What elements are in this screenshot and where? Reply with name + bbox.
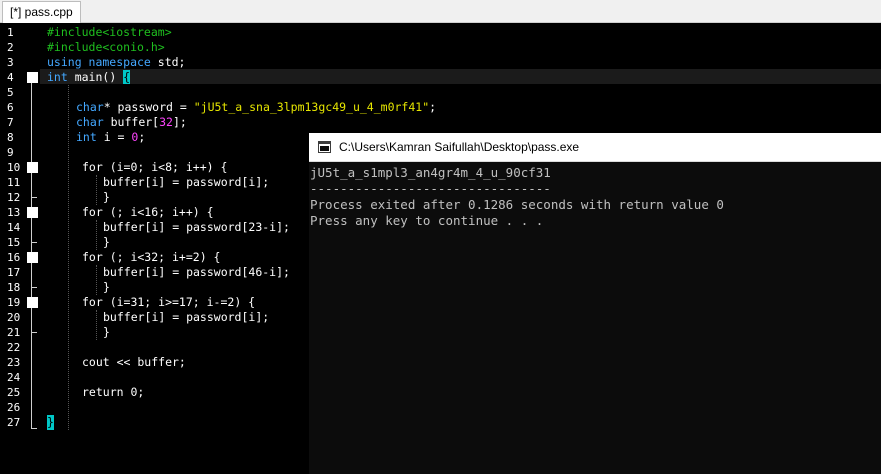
keyword: using namespace xyxy=(47,55,151,69)
keyword: char xyxy=(76,100,104,114)
code-line: #include<iostream> xyxy=(47,25,172,39)
code-line: buffer[i] = password[46-i]; xyxy=(103,265,290,279)
fold-toggle-icon[interactable] xyxy=(27,162,38,173)
line-number: 3 xyxy=(7,56,14,69)
code-line: buffer[i] = password[23-i]; xyxy=(103,220,290,234)
code-text: ]; xyxy=(172,115,187,129)
fold-end-tick xyxy=(31,197,37,198)
code-line: cout << buffer; xyxy=(82,355,186,369)
console-window[interactable]: C:\Users\Kamran Saifullah\Desktop\pass.e… xyxy=(309,133,881,474)
code-text: i = xyxy=(96,130,132,144)
code-text: buffer[ xyxy=(103,115,160,129)
keyword: int xyxy=(47,70,68,84)
line-number-gutter: 1 2 3 4 5 6 7 8 9 10 11 12 13 14 15 16 1… xyxy=(0,23,40,474)
code-line: } xyxy=(103,235,110,249)
tab-pass-cpp[interactable]: [*] pass.cpp xyxy=(2,1,81,23)
code-line: using namespace std; xyxy=(47,55,185,70)
string-literal: "jU5t_a_sna_3lpm13gc49_u_4_m0rf41" xyxy=(193,100,430,114)
code-line: for (i=31; i>=17; i-=2) { xyxy=(82,295,256,309)
console-output-line: jU5t_a_s1mpl3_an4gr4m_4_u_90cf31 xyxy=(310,165,551,180)
code-line: buffer[i] = password[i]; xyxy=(103,310,270,324)
fold-toggle-icon[interactable] xyxy=(27,207,38,218)
line-number: 1 xyxy=(7,26,14,39)
fold-toggle-icon[interactable] xyxy=(27,72,38,83)
tab-bar: [*] pass.cpp xyxy=(0,0,881,23)
code-line: #include<conio.h> xyxy=(47,40,165,54)
fold-toggle-icon[interactable] xyxy=(27,252,38,263)
fold-end-tick xyxy=(31,242,37,243)
code-line: buffer[i] = password[i]; xyxy=(103,175,270,189)
code-text: * password = xyxy=(103,100,194,114)
code-line: for (; i<32; i+=2) { xyxy=(82,250,221,264)
code-line: } xyxy=(103,190,110,204)
fold-end-tick xyxy=(31,332,37,333)
code-line: } xyxy=(103,325,110,339)
keyword: char xyxy=(76,115,104,129)
keyword: int xyxy=(76,130,97,144)
number-literal: 32 xyxy=(159,115,173,129)
closing-brace: } xyxy=(47,415,54,430)
code-text: ; xyxy=(429,100,437,114)
code-line: return 0; xyxy=(82,385,145,399)
code-line: char* password = "jU5t_a_sna_3lpm13gc49_… xyxy=(76,100,436,115)
code-line: } xyxy=(103,280,110,294)
code-text: ; xyxy=(138,130,146,144)
code-line: for (; i<16; i++) { xyxy=(82,205,214,219)
console-title: C:\Users\Kamran Saifullah\Desktop\pass.e… xyxy=(339,140,580,154)
line-number: 2 xyxy=(7,41,14,54)
console-app-icon xyxy=(318,141,331,153)
console-output-line: -------------------------------- xyxy=(310,181,551,196)
fold-end-tick xyxy=(31,287,37,288)
code-text: main() xyxy=(67,70,124,84)
code-line: int main() { xyxy=(47,70,131,85)
code-text: std; xyxy=(150,55,186,69)
code-line: char buffer[32]; xyxy=(76,115,187,130)
fold-toggle-icon[interactable] xyxy=(27,297,38,308)
code-line: for (i=0; i<8; i++) { xyxy=(82,160,228,174)
console-titlebar[interactable]: C:\Users\Kamran Saifullah\Desktop\pass.e… xyxy=(309,133,881,162)
code-line: int i = 0; xyxy=(76,130,145,145)
fold-end-tick xyxy=(31,428,37,429)
console-output-line: Press any key to continue . . . xyxy=(310,213,544,228)
matched-brace: { xyxy=(123,70,131,84)
console-output-line: Process exited after 0.1286 seconds with… xyxy=(310,197,724,212)
